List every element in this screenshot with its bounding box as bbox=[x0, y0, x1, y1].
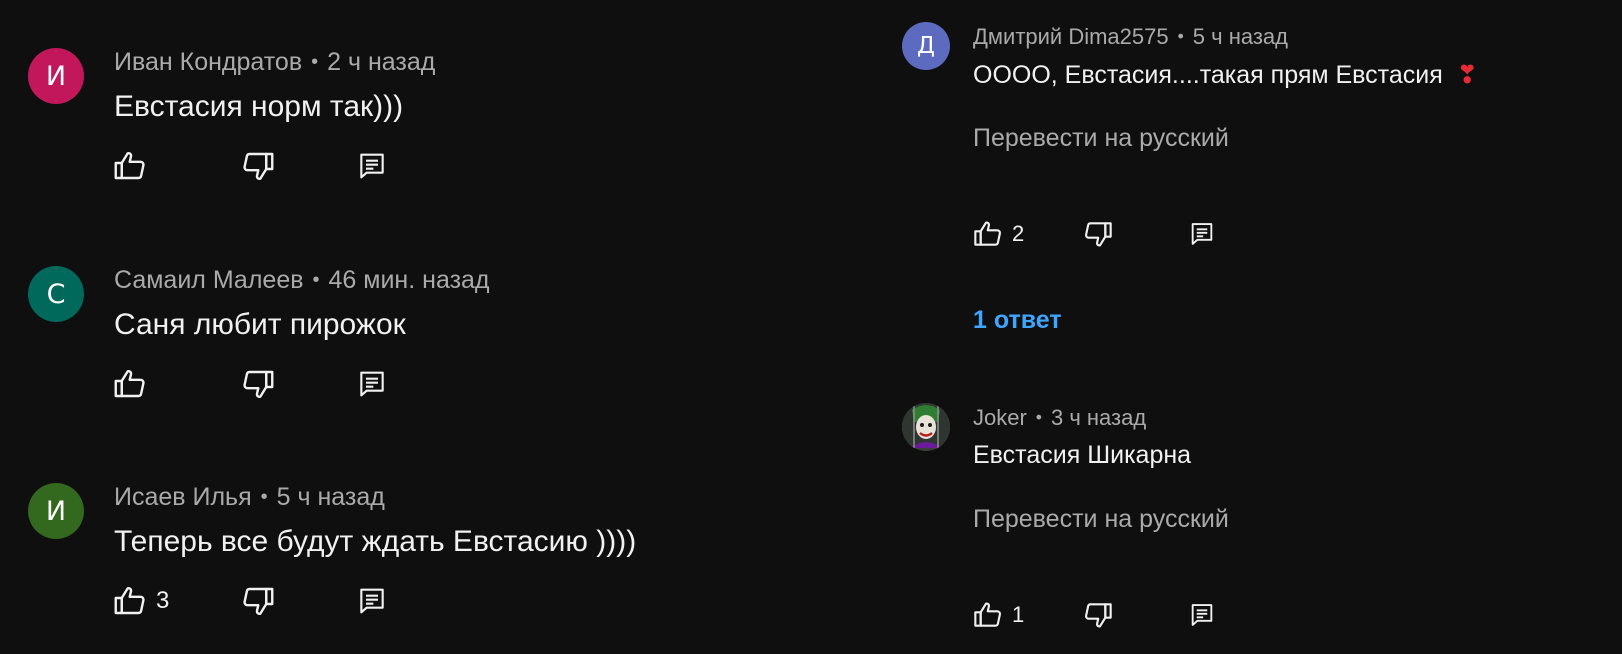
like-button[interactable]: 1 bbox=[972, 599, 1024, 631]
joker-avatar-icon bbox=[902, 403, 950, 451]
reply-comment-icon bbox=[356, 148, 388, 184]
translate-link[interactable]: Перевести на русский bbox=[973, 505, 1229, 534]
comment-text: Саня любит пирожок bbox=[114, 308, 406, 341]
like-button[interactable]: 3 bbox=[112, 583, 169, 619]
reply-comment-icon bbox=[1188, 599, 1216, 631]
separator-dot: • bbox=[311, 51, 319, 73]
separator-dot: • bbox=[260, 486, 268, 508]
like-count: 3 bbox=[156, 587, 170, 614]
reply-comment-icon bbox=[1188, 218, 1216, 250]
comment-text-body: ОООО, Евстасия....такая прям Евстасия bbox=[973, 61, 1443, 89]
thumb-down-icon bbox=[240, 366, 276, 402]
thumb-up-icon bbox=[112, 148, 148, 184]
comment-text: Евстасия Шикарна bbox=[973, 441, 1192, 469]
heart-exclamation-icon: ❣ bbox=[1456, 60, 1478, 89]
dislike-button[interactable] bbox=[240, 366, 276, 402]
separator-dot: • bbox=[312, 269, 320, 291]
avatar[interactable]: Д bbox=[902, 22, 950, 70]
like-button[interactable] bbox=[112, 366, 156, 402]
like-count: 2 bbox=[1012, 221, 1025, 246]
reply-button[interactable] bbox=[356, 148, 388, 184]
thumb-up-icon bbox=[112, 366, 148, 402]
comment-time[interactable]: 5 ч назад bbox=[277, 483, 385, 511]
dislike-button[interactable] bbox=[1082, 218, 1114, 250]
comment-author[interactable]: Самаил Малеев bbox=[114, 266, 304, 294]
thumb-up-icon bbox=[112, 583, 148, 619]
like-button[interactable] bbox=[112, 148, 156, 184]
avatar[interactable]: И bbox=[28, 483, 84, 539]
thumb-up-icon bbox=[972, 218, 1004, 250]
separator-dot: • bbox=[1035, 407, 1042, 427]
reply-button[interactable] bbox=[1188, 599, 1216, 631]
reply-button[interactable] bbox=[1188, 218, 1216, 250]
reply-button[interactable] bbox=[356, 366, 388, 402]
comments-page: И Иван Кондратов • 2 ч назад Евстасия норм… bbox=[0, 0, 1622, 654]
thumb-down-icon bbox=[240, 148, 276, 184]
like-button[interactable]: 2 bbox=[972, 218, 1024, 250]
comment-time[interactable]: 2 ч назад bbox=[327, 48, 435, 76]
like-count: 1 bbox=[1012, 602, 1025, 627]
reply-comment-icon bbox=[356, 366, 388, 402]
dislike-button[interactable] bbox=[240, 583, 276, 619]
comment-meta: Исаев Илья • 5 ч назад bbox=[114, 483, 385, 512]
comment-meta: Дмитрий Dima2575 • 5 ч назад bbox=[973, 24, 1288, 50]
thumb-down-icon bbox=[1082, 218, 1114, 250]
comment-author[interactable]: Иван Кондратов bbox=[114, 48, 302, 76]
comment-meta: Иван Кондратов • 2 ч назад bbox=[114, 48, 435, 77]
comment-time[interactable]: 3 ч назад bbox=[1051, 405, 1146, 430]
dislike-button[interactable] bbox=[240, 148, 276, 184]
reply-button[interactable] bbox=[356, 583, 388, 619]
view-replies-button[interactable]: 1 ответ bbox=[973, 306, 1062, 335]
avatar[interactable]: С bbox=[28, 266, 84, 322]
comment-author[interactable]: Joker bbox=[973, 405, 1027, 430]
comment-author[interactable]: Дмитрий Dima2575 bbox=[973, 24, 1169, 49]
avatar[interactable] bbox=[902, 403, 950, 451]
comment-meta: Joker • 3 ч назад bbox=[973, 405, 1146, 431]
avatar[interactable]: И bbox=[28, 48, 84, 104]
thumb-down-icon bbox=[240, 583, 276, 619]
comment-text: Евстасия норм так))) bbox=[114, 90, 404, 123]
thumb-down-icon bbox=[1082, 599, 1114, 631]
dislike-button[interactable] bbox=[1082, 599, 1114, 631]
comment-time[interactable]: 46 мин. назад bbox=[329, 266, 490, 294]
comment-time[interactable]: 5 ч назад bbox=[1193, 24, 1288, 49]
comment-text: Теперь все будут ждать Евстасию )))) bbox=[114, 525, 637, 558]
comment-author[interactable]: Исаев Илья bbox=[114, 483, 252, 511]
translate-link[interactable]: Перевести на русский bbox=[973, 124, 1229, 153]
reply-comment-icon bbox=[356, 583, 388, 619]
comment-meta: Самаил Малеев • 46 мин. назад bbox=[114, 266, 490, 295]
separator-dot: • bbox=[1177, 26, 1184, 46]
comment-text: ОООО, Евстасия....такая прям Евстасия ❣ bbox=[973, 60, 1478, 90]
thumb-up-icon bbox=[972, 599, 1004, 631]
